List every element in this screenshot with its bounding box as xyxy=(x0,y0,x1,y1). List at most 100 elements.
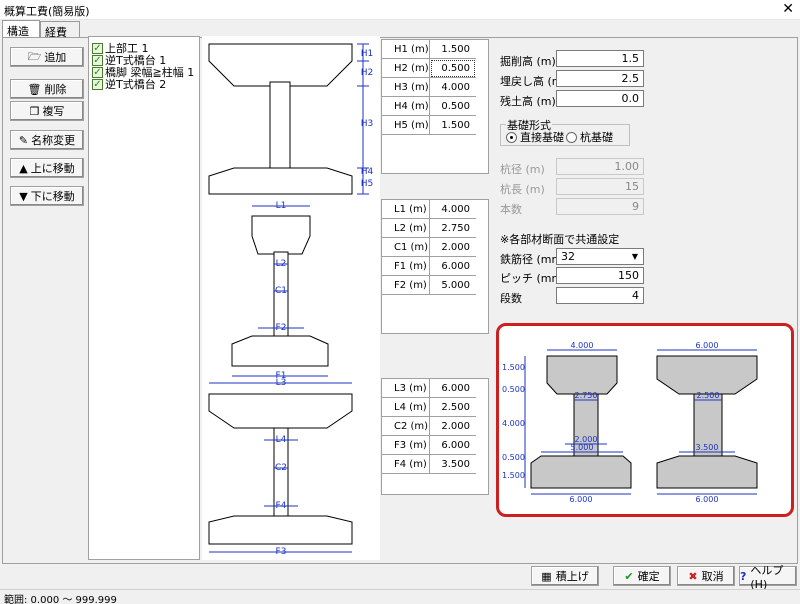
table-cell-value[interactable]: 0.500 xyxy=(430,59,476,78)
table-row[interactable]: H2 (m) 0.500 xyxy=(382,59,476,78)
pile-foundation-label: 杭基礎 xyxy=(580,131,613,144)
check-icon[interactable]: ✓ xyxy=(92,78,103,90)
status-bar: 範囲: 0.000 ～ 999.999 xyxy=(0,589,800,604)
stack-button[interactable]: ▦ 積上げ xyxy=(531,566,599,586)
table-row-label: L3 (m) xyxy=(382,379,430,398)
move-up-button[interactable]: ▲ 上に移動 xyxy=(10,158,84,178)
preview-left-mid-width: 2.750 xyxy=(575,391,598,400)
table-row[interactable]: C1 (m) 2.000 xyxy=(382,238,476,257)
table-row[interactable]: F1 (m) 6.000 xyxy=(382,257,476,276)
table-row[interactable]: F3 (m) 6.000 xyxy=(382,436,476,455)
window-title: 概算工費(簡易版) xyxy=(4,5,90,18)
table-cell-value[interactable]: 6.000 xyxy=(430,379,476,398)
table-row[interactable]: H1 (m) 1.500 xyxy=(382,40,476,59)
table-row[interactable]: F2 (m) 5.000 xyxy=(382,276,476,295)
dim-label-l1: L1 xyxy=(276,201,287,211)
table-row-label: L1 (m) xyxy=(382,200,430,219)
tree-item[interactable]: ✓ 逆T式橋台 2 xyxy=(92,76,166,92)
girder-shape xyxy=(208,43,353,87)
backfill-input[interactable]: 2.5 xyxy=(556,70,644,87)
table-cell-value[interactable]: 6.000 xyxy=(430,257,476,276)
structure-tree[interactable]: ✓ 上部工 1 ✓ 逆T式橋台 1 ✓ 橋脚 梁幅≧柱幅 1 ✓ 逆T式橋台 2 xyxy=(88,36,200,560)
table-cell-value[interactable]: 4.000 xyxy=(430,200,476,219)
pile-diameter-label: 杭径 (m) xyxy=(500,163,545,176)
confirm-button-label: 確定 xyxy=(637,570,660,583)
table-cell-value[interactable]: 1.500 xyxy=(430,40,476,59)
add-button[interactable]: 🗁 追加 xyxy=(10,47,84,67)
right-beam-shape xyxy=(656,355,758,395)
dim-label-f2: F2 xyxy=(276,323,287,333)
tab-structures[interactable]: 構造物 xyxy=(2,20,40,54)
help-button-label: ヘルプ(H) xyxy=(750,563,784,591)
residual-input[interactable]: 0.0 xyxy=(556,90,644,107)
help-button[interactable]: ? ヘルプ(H) xyxy=(739,564,797,591)
table-row[interactable]: H3 (m) 4.000 xyxy=(382,78,476,97)
direct-foundation-radio[interactable]: 直接基礎 xyxy=(506,129,564,145)
table-row[interactable]: F4 (m) 3.500 xyxy=(382,455,476,474)
table-row[interactable]: C2 (m) 2.000 xyxy=(382,417,476,436)
preview-right-footing-width: 6.000 xyxy=(696,495,719,504)
radio-unselected-icon[interactable] xyxy=(566,131,577,143)
pile-length-input[interactable]: 15 xyxy=(556,178,644,195)
move-up-icon: ▲ xyxy=(19,161,28,175)
pier-footing-shape xyxy=(208,515,353,545)
dimension-drawing-svg: H1 H2 H3 H4 H5 L1 L2 C1 F2 F1 L3 L4 C2 F… xyxy=(208,43,374,557)
tree-item-label: 逆T式橋台 2 xyxy=(105,78,167,91)
table-row-label: L4 (m) xyxy=(382,398,430,417)
excavation-input[interactable]: 1.5 xyxy=(556,50,644,67)
preview-right-mid-width: 2.500 xyxy=(697,391,720,400)
table-cell-value[interactable]: 1.500 xyxy=(430,116,476,135)
copy-icon: ❐ xyxy=(29,104,40,118)
move-down-button[interactable]: ▼ 下に移動 xyxy=(10,186,84,206)
pile-foundation-radio[interactable]: 杭基礎 xyxy=(566,129,613,145)
pile-count-input[interactable]: 9 xyxy=(556,198,644,215)
chevron-down-icon[interactable]: ▼ xyxy=(629,251,641,262)
copy-button[interactable]: ❐ 複写 xyxy=(10,101,84,121)
table-row[interactable]: L1 (m) 4.000 xyxy=(382,200,476,219)
table-cell-value[interactable]: 3.500 xyxy=(430,455,476,474)
delete-button[interactable]: 🗑 削除 xyxy=(10,79,84,99)
table-cell-value[interactable]: 2.000 xyxy=(430,238,476,257)
table-cell-value[interactable]: 2.000 xyxy=(430,417,476,436)
right-footing-shape xyxy=(656,455,758,489)
table-row[interactable]: H4 (m) 0.500 xyxy=(382,97,476,116)
preview-h2: 0.500 xyxy=(502,385,525,394)
rebar-diameter-select[interactable]: 32 ▼ xyxy=(556,248,644,265)
table-cell-value[interactable]: 0.500 xyxy=(430,97,476,116)
table-row[interactable]: L4 (m) 2.500 xyxy=(382,398,476,417)
footing-table[interactable]: L3 (m) 6.000 L4 (m) 2.500 C2 (m) 2.000 F3 (… xyxy=(381,378,489,495)
length-table[interactable]: L1 (m) 4.000 L2 (m) 2.750 C1 (m) 2.000 F1 (… xyxy=(381,199,489,334)
radio-selected-icon[interactable] xyxy=(506,131,517,143)
table-row[interactable]: L2 (m) 2.750 xyxy=(382,219,476,238)
section-preview-svg: 4.000 2.750 2.000 5.000 6.000 6.000 2.50… xyxy=(502,341,758,504)
table-cell-value[interactable]: 2.750 xyxy=(430,219,476,238)
table-row[interactable]: L3 (m) 6.000 xyxy=(382,379,476,398)
table-cell-value[interactable]: 4.000 xyxy=(430,78,476,97)
cancel-button[interactable]: ✖ 取消 xyxy=(677,566,735,586)
tiers-input[interactable]: 4 xyxy=(556,287,644,304)
delete-button-label: 削除 xyxy=(44,83,67,96)
move-down-button-label: 下に移動 xyxy=(30,190,75,203)
table-row-label: F3 (m) xyxy=(382,436,430,455)
abutment-footing-shape xyxy=(231,335,329,367)
left-beam-shape xyxy=(546,355,618,395)
cancel-button-label: 取消 xyxy=(701,570,724,583)
table-cell-value[interactable]: 6.000 xyxy=(430,436,476,455)
height-table[interactable]: H1 (m) 1.500 H2 (m) 0.500 H3 (m) 4.000 H4 (… xyxy=(381,39,489,174)
pitch-input[interactable]: 150 xyxy=(556,267,644,284)
tab-expense-rate[interactable]: 経費率 xyxy=(40,21,80,55)
dim-label-h4: H4 xyxy=(361,167,374,177)
confirm-button[interactable]: ✔ 確定 xyxy=(613,566,671,586)
dim-label-l2: L2 xyxy=(276,259,287,269)
close-icon[interactable]: ✕ xyxy=(782,1,794,17)
rename-button[interactable]: ✎ 名称変更 xyxy=(10,130,84,150)
dim-label-h5: H5 xyxy=(361,179,374,189)
table-row[interactable]: H5 (m) 1.500 xyxy=(382,116,476,135)
rebar-diameter-value: 32 xyxy=(561,250,575,263)
table-cell-value[interactable]: 2.500 xyxy=(430,398,476,417)
check-icon: ✔ xyxy=(624,569,634,583)
preview-left-footing-width: 6.000 xyxy=(570,495,593,504)
pile-diameter-input[interactable]: 1.00 xyxy=(556,158,644,175)
table-row-label: H2 (m) xyxy=(382,59,430,78)
table-cell-value[interactable]: 5.000 xyxy=(430,276,476,295)
